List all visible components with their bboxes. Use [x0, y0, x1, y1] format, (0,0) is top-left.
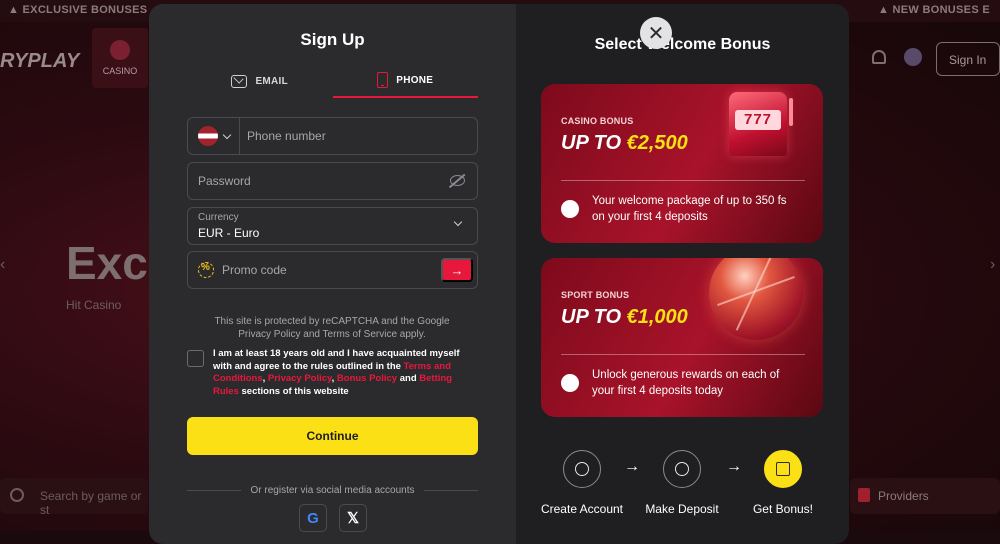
nav-casino: CASINO	[92, 28, 148, 88]
card-divider	[561, 354, 805, 355]
step-get-bonus: Get Bonus!	[728, 502, 838, 516]
terms-checkbox[interactable]	[187, 350, 204, 367]
arrow-right-icon: →	[726, 458, 742, 476]
casino-bonus-amount: UP TO €2,500	[561, 132, 688, 155]
signup-title: Sign Up	[149, 30, 516, 50]
sport-bonus-description: Unlock generous rewards on each of your …	[592, 368, 802, 399]
x-icon: 𝕏	[347, 509, 359, 527]
step-make-deposit: Make Deposit	[627, 502, 737, 516]
hero-title: Excl	[66, 236, 161, 290]
recaptcha-notice: This site is protected by reCAPTCHA and …	[207, 315, 457, 341]
social-divider: Or register via social media accounts	[187, 485, 478, 496]
user-plus-icon	[563, 450, 601, 488]
signup-tabs: EMAIL PHONE	[187, 64, 478, 98]
bonus-title: Select Welcome Bonus	[516, 36, 849, 54]
sport-bonus-amount: UP TO €1,000	[561, 306, 688, 329]
slot-machine-icon: 777	[721, 84, 797, 170]
casino-icon	[110, 40, 130, 60]
currency-select[interactable]: Currency EUR - Euro	[187, 207, 478, 245]
providers-icon	[858, 488, 870, 502]
sport-bonus-radio[interactable]	[561, 374, 579, 392]
ticker-text-left: ▲ EXCLUSIVE BONUSES	[8, 4, 147, 16]
divider-line	[424, 490, 478, 491]
arrow-right-icon: →	[624, 458, 640, 476]
sport-bonus-kicker: SPORT BONUS	[561, 290, 629, 300]
tab-phone-label: PHONE	[396, 75, 433, 86]
chevron-down-icon	[222, 130, 230, 138]
casino-bonus-radio[interactable]	[561, 200, 579, 218]
currency-label: Currency	[198, 212, 477, 223]
carousel-next-icon: ›	[990, 256, 995, 274]
casino-bonus-kicker: CASINO BONUS	[561, 116, 633, 126]
game-search: Search by game or st	[0, 478, 148, 514]
site-logo: RYPLAY	[0, 50, 79, 73]
signin-button: Sign In	[936, 42, 1000, 76]
promo-apply-button[interactable]: →	[441, 258, 473, 282]
phone-input[interactable]	[240, 118, 477, 154]
basketball-icon	[709, 258, 803, 340]
social-text: Or register via social media accounts	[251, 485, 415, 496]
language-flag-icon	[904, 48, 922, 66]
password-field	[187, 162, 478, 200]
signup-panel: Sign Up EMAIL PHONE Currency EUR -	[149, 4, 516, 544]
currency-value: EUR - Euro	[198, 226, 477, 240]
providers-filter: Providers	[850, 478, 1000, 514]
bonus-panel: Select Welcome Bonus 777 CASINO BONUS UP…	[516, 4, 849, 544]
privacy-policy-link[interactable]: Privacy Policy	[268, 373, 332, 384]
continue-button[interactable]: Continue	[187, 417, 478, 455]
x-signup-button[interactable]: 𝕏	[339, 504, 367, 532]
sport-bonus-card[interactable]: SPORT BONUS UP TO €1,000 Unlock generous…	[541, 258, 823, 417]
bonus-policy-link[interactable]: Bonus Policy	[337, 373, 397, 384]
tab-email-label: EMAIL	[255, 76, 288, 87]
ticker-text-right: ▲ NEW BONUSES E	[878, 4, 990, 16]
hero-subtitle: Hit Casino	[66, 298, 121, 312]
promo-code-input[interactable]	[214, 263, 441, 277]
terms-agreement: I am at least 18 years old and I have ac…	[187, 348, 478, 398]
google-icon: G	[307, 510, 319, 527]
arrow-right-icon: →	[451, 263, 464, 278]
casino-bonus-description: Your welcome package of up to 350 fs on …	[592, 194, 802, 225]
carousel-prev-icon: ‹	[0, 256, 5, 274]
promo-percent-icon	[198, 262, 214, 278]
signup-modal: Sign Up EMAIL PHONE Currency EUR -	[149, 4, 849, 544]
eye-off-icon[interactable]	[450, 175, 465, 186]
tab-phone[interactable]: PHONE	[333, 64, 479, 98]
gift-icon	[764, 450, 802, 488]
phone-icon	[377, 72, 388, 88]
support-icon	[872, 50, 886, 64]
password-input[interactable]	[188, 174, 477, 188]
phone-field	[187, 117, 478, 155]
close-button[interactable]: ✕	[640, 17, 672, 49]
close-icon: ✕	[648, 21, 665, 46]
tab-email[interactable]: EMAIL	[187, 64, 333, 98]
card-divider	[561, 180, 805, 181]
google-signup-button[interactable]: G	[299, 504, 327, 532]
search-icon	[10, 488, 24, 502]
terms-text: I am at least 18 years old and I have ac…	[213, 348, 478, 398]
wallet-deposit-icon	[663, 450, 701, 488]
divider-line	[187, 490, 241, 491]
step-create-account: Create Account	[527, 502, 637, 516]
country-code-select[interactable]	[188, 118, 240, 154]
latvia-flag-icon	[198, 126, 218, 146]
mail-icon	[231, 75, 247, 88]
casino-bonus-card[interactable]: 777 CASINO BONUS UP TO €2,500 Your welco…	[541, 84, 823, 243]
promo-field: →	[187, 251, 478, 289]
